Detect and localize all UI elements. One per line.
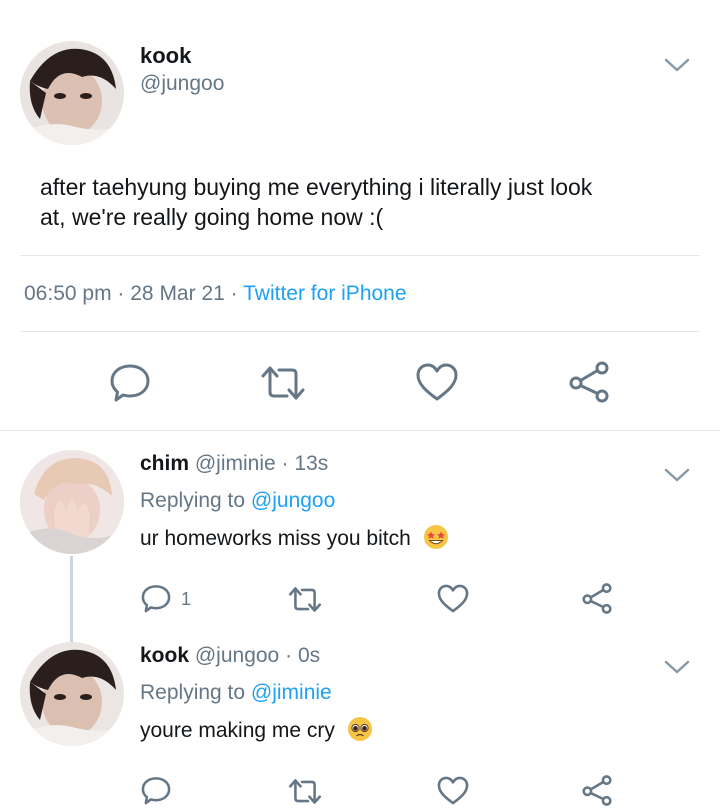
share-icon[interactable] [566, 360, 612, 404]
divider [0, 430, 720, 431]
reply-author-handle[interactable]: @jungoo [195, 644, 279, 667]
reply-header: chim @jiminie · 13s [140, 452, 328, 476]
replying-to-label: Replying to [140, 681, 246, 704]
share-icon[interactable] [580, 774, 614, 807]
retweet-icon[interactable] [288, 776, 322, 807]
meta-separator: · [117, 282, 125, 305]
avatar[interactable] [20, 41, 124, 145]
meta-separator: · [230, 282, 238, 305]
tweet-text: after taehyung buying me everything i li… [40, 172, 592, 232]
tweet-source[interactable]: Twitter for iPhone [243, 282, 406, 305]
reply-author-name[interactable]: chim [140, 452, 189, 475]
reply-text: youre making me cry [140, 716, 373, 748]
reply-text: ur homeworks miss you bitch [140, 524, 449, 556]
divider [20, 331, 700, 332]
chevron-down-icon[interactable] [662, 652, 692, 682]
tweet-meta: 06:50 pm · 28 Mar 21 · Twitter for iPhon… [24, 282, 407, 306]
replying-to-handle[interactable]: @jungoo [251, 489, 335, 512]
chevron-down-icon[interactable] [662, 460, 692, 490]
retweet-icon[interactable] [288, 584, 322, 615]
reply-author-name[interactable]: kook [140, 644, 189, 667]
reply-text-content: youre making me cry [140, 719, 335, 742]
replying-to-handle[interactable]: @jiminie [251, 681, 332, 704]
replying-to: Replying to @jungoo [140, 489, 335, 513]
tweet-text-line: at, we're really going home now :( [40, 204, 384, 230]
pleading-face-emoji-icon [347, 716, 373, 748]
reply-age[interactable]: 0s [298, 644, 320, 667]
tweet-time[interactable]: 06:50 pm [24, 282, 112, 305]
meta-separator: · [285, 644, 293, 667]
author-handle[interactable]: @jungoo [140, 72, 224, 96]
reply-count[interactable]: 1 [181, 589, 191, 610]
reply-author-handle[interactable]: @jiminie [195, 452, 276, 475]
tweet-text-line: after taehyung buying me everything i li… [40, 174, 593, 200]
star-struck-emoji-icon [423, 524, 449, 556]
like-heart-icon[interactable] [414, 360, 460, 404]
meta-separator: · [281, 452, 289, 475]
reply-icon[interactable] [108, 360, 152, 404]
like-heart-icon[interactable] [436, 582, 470, 615]
replying-to: Replying to @jiminie [140, 681, 332, 705]
share-icon[interactable] [580, 582, 614, 615]
chevron-down-icon[interactable] [662, 50, 692, 80]
divider [20, 255, 700, 256]
like-heart-icon[interactable] [436, 774, 470, 807]
replying-to-label: Replying to [140, 489, 246, 512]
avatar[interactable] [20, 450, 124, 554]
thread-line [70, 556, 73, 642]
reply-icon[interactable] [140, 774, 172, 806]
reply-icon[interactable] [140, 582, 172, 614]
author-name[interactable]: kook [140, 43, 191, 69]
reply-header: kook @jungoo · 0s [140, 644, 320, 668]
tweet-date[interactable]: 28 Mar 21 [130, 282, 225, 305]
retweet-icon[interactable] [260, 362, 306, 404]
avatar[interactable] [20, 642, 124, 746]
reply-text-content: ur homeworks miss you bitch [140, 527, 411, 550]
reply-age[interactable]: 13s [294, 452, 328, 475]
